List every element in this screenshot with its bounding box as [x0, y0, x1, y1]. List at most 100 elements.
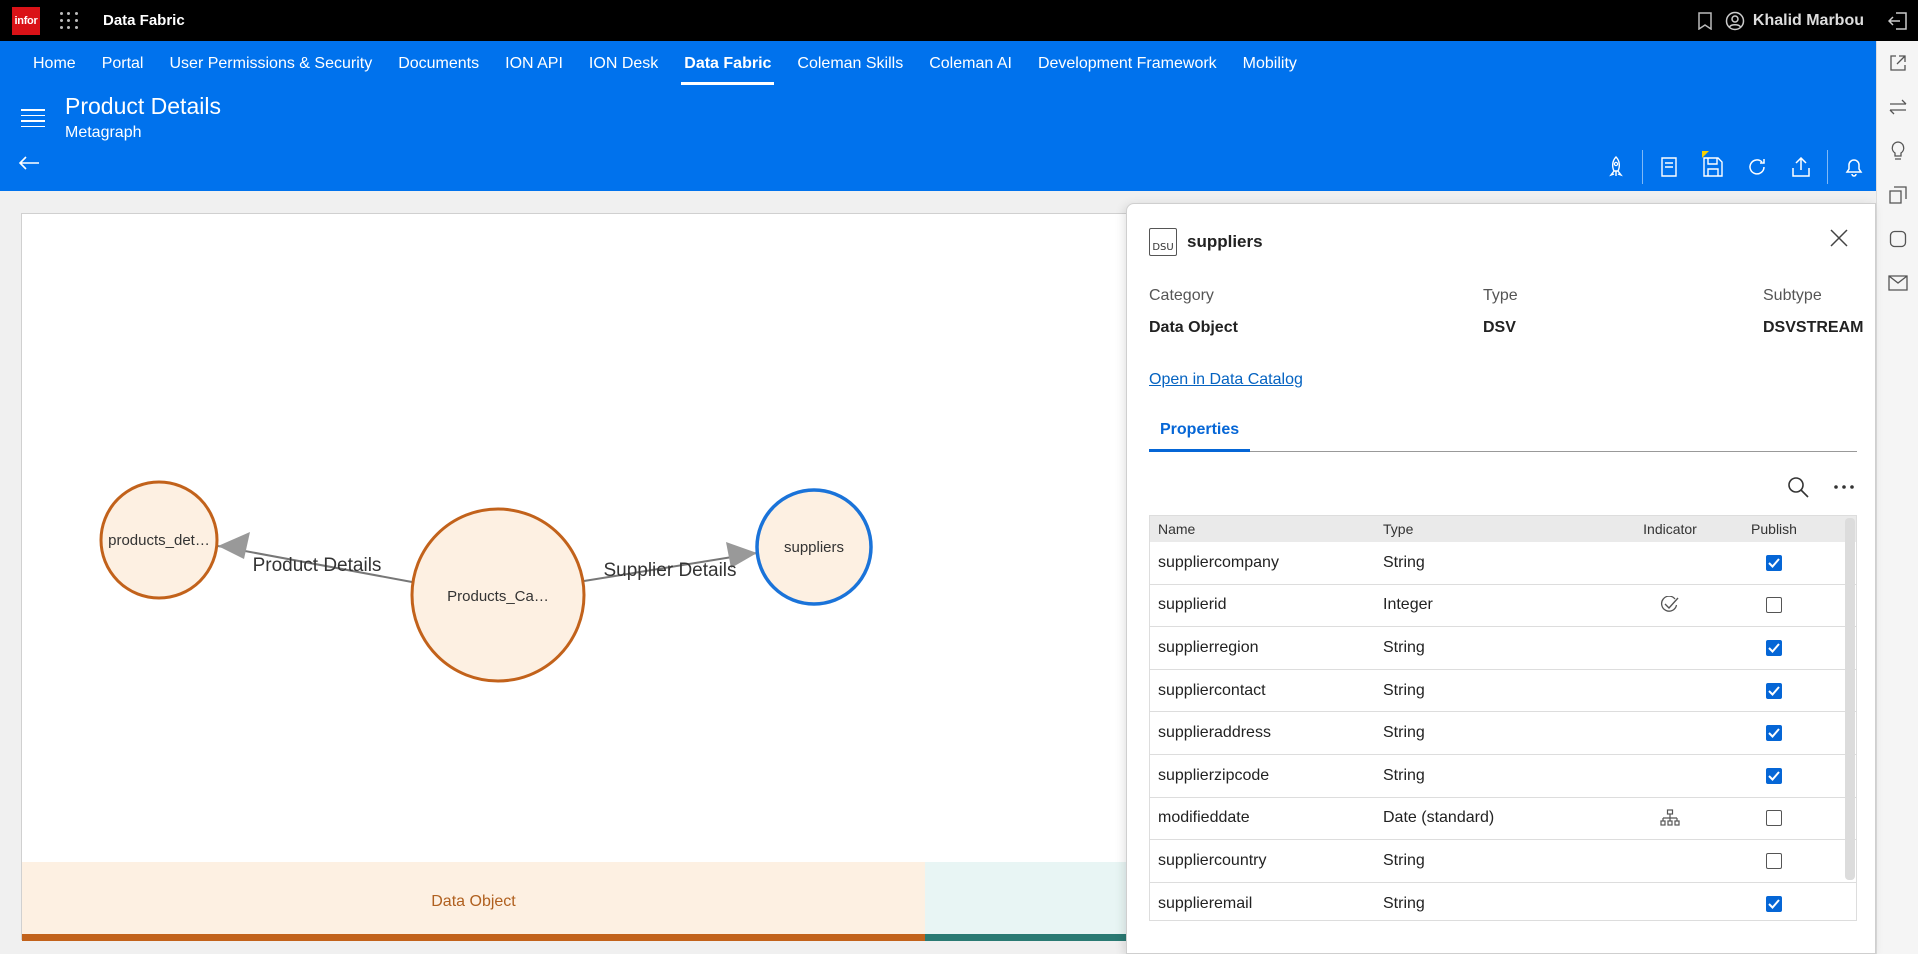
open-in-data-catalog-link[interactable]: Open in Data Catalog: [1149, 371, 1303, 389]
publish-checkbox[interactable]: [1766, 554, 1782, 571]
nav-documents[interactable]: Documents: [385, 41, 492, 87]
swap-icon[interactable]: [1877, 85, 1918, 129]
toolbar-divider: [1827, 150, 1828, 184]
external-link-icon[interactable]: [1877, 41, 1918, 85]
property-type: String: [1383, 851, 1425, 869]
table-row[interactable]: supplieremail String: [1150, 883, 1856, 920]
nav-development-framework[interactable]: Development Framework: [1025, 41, 1230, 87]
property-name: supplierid: [1158, 596, 1227, 614]
key-check-icon: [1660, 596, 1679, 613]
back-arrow-icon[interactable]: [18, 155, 40, 176]
node-products-ca[interactable]: Products_Ca…: [410, 507, 586, 683]
property-name: supplierzipcode: [1158, 766, 1270, 784]
node-label-products-det: products_det…: [108, 532, 210, 549]
header: Home Portal User Permissions & Security …: [0, 41, 1876, 191]
category-value: Data Object: [1149, 319, 1238, 336]
node-suppliers[interactable]: suppliers: [755, 488, 873, 606]
legend: Data Object: [22, 862, 1172, 941]
close-icon[interactable]: [1829, 228, 1849, 253]
edge-label-product-details: Product Details: [253, 555, 382, 576]
publish-checkbox[interactable]: [1766, 682, 1782, 699]
bookmark-icon[interactable]: [1685, 0, 1725, 41]
column-header-indicator[interactable]: Indicator: [1626, 521, 1714, 537]
property-name: suppliercountry: [1158, 851, 1267, 869]
table-scrollbar[interactable]: [1845, 518, 1855, 880]
publish-checkbox[interactable]: [1766, 810, 1782, 827]
property-type: String: [1383, 766, 1425, 784]
save-icon[interactable]: [1691, 149, 1735, 185]
table-row[interactable]: modifieddate Date (standard): [1150, 798, 1856, 841]
edge-label-supplier-details: Supplier Details: [603, 560, 736, 581]
refresh-icon[interactable]: [1735, 149, 1779, 185]
hierarchy-icon: [1660, 809, 1680, 826]
type-label: Type: [1483, 287, 1518, 304]
mail-icon[interactable]: [1877, 261, 1918, 305]
app-title: Data Fabric: [103, 12, 185, 29]
main-nav: Home Portal User Permissions & Security …: [20, 41, 1310, 87]
more-options-icon[interactable]: [1831, 474, 1857, 500]
nav-user-permissions[interactable]: User Permissions & Security: [156, 41, 385, 87]
table-row[interactable]: supplierregion String: [1150, 627, 1856, 670]
nav-home[interactable]: Home: [20, 41, 89, 87]
table-tools: [1785, 474, 1857, 500]
notes-icon[interactable]: [1647, 149, 1691, 185]
publish-checkbox[interactable]: [1766, 767, 1782, 784]
publish-checkbox[interactable]: [1766, 725, 1782, 742]
top-bar: infor Data Fabric Khalid Marbou: [0, 0, 1918, 41]
toolbar-divider: [1642, 150, 1643, 184]
user-icon: [1725, 11, 1745, 30]
notification-icon[interactable]: [1832, 149, 1876, 185]
lightbulb-icon[interactable]: [1877, 129, 1918, 173]
column-header-publish[interactable]: Publish: [1714, 521, 1834, 537]
nav-ion-desk[interactable]: ION Desk: [576, 41, 671, 87]
page-subtitle: Metagraph: [65, 124, 142, 141]
property-name: modifieddate: [1158, 809, 1250, 827]
panel-tabs: Properties: [1149, 416, 1857, 452]
logout-icon[interactable]: [1878, 0, 1918, 41]
column-header-name[interactable]: Name: [1150, 521, 1383, 537]
user-name: Khalid Marbou: [1752, 11, 1864, 29]
tab-properties[interactable]: Properties: [1149, 416, 1251, 452]
property-type: Date (standard): [1383, 809, 1495, 827]
square-icon[interactable]: [1877, 217, 1918, 261]
table-row[interactable]: supplieraddress String: [1150, 712, 1856, 755]
table-row[interactable]: supplierzipcode String: [1150, 755, 1856, 798]
right-rail: [1876, 41, 1918, 954]
nav-portal[interactable]: Portal: [89, 41, 157, 87]
details-panel: DSU suppliers Category Data Object Type …: [1126, 203, 1876, 954]
infor-logo[interactable]: infor: [12, 6, 40, 35]
table-row[interactable]: supplierid Integer: [1150, 585, 1856, 628]
publish-checkbox[interactable]: [1766, 852, 1782, 869]
publish-checkbox[interactable]: [1766, 639, 1782, 656]
table-row[interactable]: suppliercontact String: [1150, 670, 1856, 713]
nav-data-fabric[interactable]: Data Fabric: [671, 41, 784, 87]
search-icon[interactable]: [1785, 474, 1811, 500]
indicator-cell: [1626, 809, 1714, 827]
page-title: Product Details: [65, 93, 221, 119]
copy-icon[interactable]: [1877, 173, 1918, 217]
subtype-label: Subtype: [1763, 287, 1822, 304]
rocket-icon[interactable]: [1594, 149, 1638, 185]
user-menu[interactable]: Khalid Marbou: [1725, 11, 1864, 31]
upload-icon[interactable]: [1779, 149, 1823, 185]
metagraph-canvas[interactable]: Product Details Supplier Details product…: [21, 213, 1172, 941]
publish-checkbox[interactable]: [1766, 597, 1782, 614]
nav-coleman-ai[interactable]: Coleman AI: [916, 41, 1025, 87]
property-name: suppliercompany: [1158, 553, 1279, 571]
table-row[interactable]: suppliercountry String: [1150, 840, 1856, 883]
nav-coleman-skills[interactable]: Coleman Skills: [784, 41, 916, 87]
nav-mobility[interactable]: Mobility: [1230, 41, 1310, 87]
app-grid-icon[interactable]: [58, 10, 80, 32]
publish-checkbox[interactable]: [1766, 895, 1782, 912]
properties-table: Name Type Indicator Publish suppliercomp…: [1149, 515, 1857, 921]
nav-ion-api[interactable]: ION API: [492, 41, 576, 87]
hamburger-menu-icon[interactable]: [21, 109, 45, 127]
property-type: Integer: [1383, 596, 1433, 614]
category-label: Category: [1149, 287, 1214, 304]
column-header-type[interactable]: Type: [1383, 521, 1626, 537]
property-type: String: [1383, 894, 1425, 912]
metagraph-svg: Product Details Supplier Details product…: [99, 480, 873, 683]
legend-data-object[interactable]: Data Object: [22, 862, 925, 941]
table-row[interactable]: suppliercompany String: [1150, 542, 1856, 585]
node-products-det[interactable]: products_det…: [99, 480, 219, 600]
